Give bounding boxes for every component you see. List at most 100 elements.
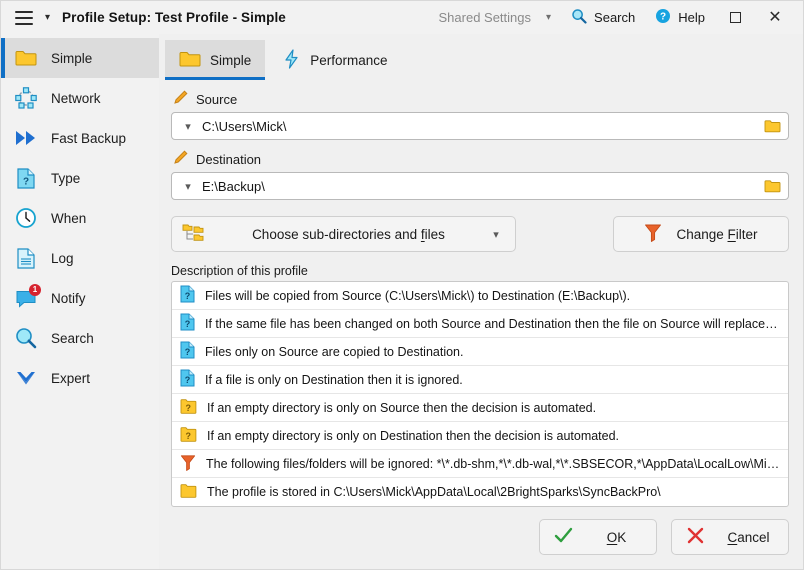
close-button[interactable]: ✕ (755, 3, 795, 33)
list-item[interactable]: ? If a file is only on Destination then … (172, 366, 788, 394)
list-item-text: If a file is only on Destination then it… (205, 372, 463, 387)
list-item[interactable]: ? If an empty directory is only on Sourc… (172, 394, 788, 422)
help-button[interactable]: ? Help (645, 3, 715, 32)
choose-subdirectories-label: Choose sub-directories and files (252, 226, 445, 242)
sidebar-item-label: Fast Backup (51, 130, 127, 146)
list-item-text: If an empty directory is only on Source … (207, 400, 597, 415)
sidebar-item-network[interactable]: Network (1, 78, 159, 118)
magnifier-icon (15, 327, 37, 349)
maximize-button[interactable] (715, 3, 755, 33)
change-filter-button[interactable]: Change Filter (613, 216, 789, 252)
folder-question-yellow-icon: ? (180, 398, 197, 417)
clock-icon (15, 207, 37, 229)
cancel-button[interactable]: Cancel (671, 519, 789, 555)
sidebar-item-label: Expert (51, 370, 91, 386)
list-item[interactable]: The following files/folders will be igno… (172, 450, 788, 478)
sidebar-item-log[interactable]: Log (1, 238, 159, 278)
speech-bubble-icon: 1 (15, 284, 41, 309)
magnifier-icon (571, 8, 587, 27)
folder-icon (764, 120, 780, 133)
check-icon (554, 527, 573, 547)
document-question-icon: ? (15, 167, 37, 189)
chevron-down-icon[interactable]: ▾ (180, 180, 196, 193)
sidebar-item-notify[interactable]: 1 Notify (1, 278, 159, 318)
chevron-down-bold-icon (15, 367, 37, 389)
source-label-row: Source (173, 90, 789, 108)
svg-text:?: ? (185, 375, 191, 385)
chevron-down-icon[interactable]: ▾ (180, 120, 196, 133)
fast-forward-icon (15, 127, 37, 149)
list-item[interactable]: The profile is stored in C:\Users\Mick\A… (172, 478, 788, 506)
svg-text:?: ? (185, 291, 191, 301)
document-question-blue-icon: ? (180, 341, 195, 362)
choose-subdirectories-button[interactable]: Choose sub-directories and files ▾ (171, 216, 516, 252)
shared-settings-label: Shared Settings (438, 10, 532, 25)
sidebar-item-label: Log (51, 250, 74, 266)
folder-tree-icon (182, 223, 204, 246)
document-question-blue-icon: ? (180, 313, 195, 334)
tab-simple[interactable]: Simple (165, 40, 266, 80)
tab-performance[interactable]: Performance (269, 40, 401, 80)
description-title: Description of this profile (171, 264, 308, 278)
description-list: ? Files will be copied from Source (C:\U… (171, 281, 789, 507)
window-body: Simple Network Fast Backup ? Type When L… (1, 34, 803, 569)
sidebar-item-search[interactable]: Search (1, 318, 159, 358)
chevron-down-icon[interactable]: ▾ (45, 12, 50, 23)
action-button-row: Choose sub-directories and files ▾ Chang… (171, 216, 789, 252)
svg-text:?: ? (23, 176, 29, 187)
cancel-label: Cancel (727, 529, 770, 545)
help-question-icon: ? (655, 8, 671, 27)
list-item-text: The following files/folders will be igno… (206, 456, 780, 471)
list-item-text: The profile is stored in C:\Users\Mick\A… (207, 485, 661, 499)
sidebar-item-fast-backup[interactable]: Fast Backup (1, 118, 159, 158)
sidebar-item-type[interactable]: ? Type (1, 158, 159, 198)
list-item-text: Files will be copied from Source (C:\Use… (205, 288, 631, 303)
source-combobox[interactable]: ▾ C:\Users\Mick\ (171, 112, 789, 140)
sidebar-item-label: Simple (51, 50, 93, 66)
list-item[interactable]: ? Files will be copied from Source (C:\U… (172, 282, 788, 310)
sidebar-item-label: When (51, 210, 87, 226)
tab-label: Performance (310, 52, 388, 68)
sidebar: Simple Network Fast Backup ? Type When L… (1, 34, 159, 569)
source-browse-button[interactable] (759, 114, 785, 138)
folder-icon (764, 180, 780, 193)
page-title: Profile Setup: Test Profile - Simple (62, 10, 286, 25)
destination-path-value[interactable]: E:\Backup\ (196, 179, 759, 194)
list-item-text: Files only on Source are copied to Desti… (205, 344, 464, 359)
list-item[interactable]: ? If the same file has been changed on b… (172, 310, 788, 338)
title-bar: ▾ Profile Setup: Test Profile - Simple S… (1, 1, 803, 34)
ok-button[interactable]: OK (539, 519, 657, 555)
close-icon: ✕ (768, 8, 782, 26)
source-path-value[interactable]: C:\Users\Mick\ (196, 119, 759, 134)
chevron-down-icon[interactable]: ▾ (487, 228, 505, 241)
list-item[interactable]: ? Files only on Source are copied to Des… (172, 338, 788, 366)
pencil-icon (173, 150, 188, 168)
sidebar-item-label: Notify (51, 290, 86, 306)
notify-badge: 1 (29, 284, 41, 296)
sidebar-item-when[interactable]: When (1, 198, 159, 238)
destination-combobox[interactable]: ▾ E:\Backup\ (171, 172, 789, 200)
list-item-text: If the same file has been changed on bot… (205, 316, 780, 331)
search-button[interactable]: Search (561, 3, 645, 32)
help-label: Help (678, 10, 705, 25)
destination-browse-button[interactable] (759, 174, 785, 198)
folder-icon (15, 47, 37, 69)
funnel-icon (180, 454, 196, 474)
folder-question-yellow-icon: ? (180, 426, 197, 445)
folder-icon (180, 483, 197, 501)
svg-text:?: ? (185, 347, 191, 357)
ok-label: OK (606, 529, 627, 545)
sidebar-item-expert[interactable]: Expert (1, 358, 159, 398)
change-filter-label: Change Filter (676, 226, 758, 242)
svg-text:?: ? (185, 319, 191, 329)
list-item[interactable]: ? If an empty directory is only on Desti… (172, 422, 788, 450)
sidebar-item-label: Search (51, 330, 94, 346)
shared-settings-dropdown[interactable]: Shared Settings ▾ (429, 5, 562, 30)
tab-bar: Simple Performance (165, 40, 789, 80)
hamburger-menu-icon[interactable] (15, 10, 33, 25)
lightning-icon (283, 48, 301, 72)
maximize-icon (729, 12, 741, 23)
list-item-text: If an empty directory is only on Destina… (207, 428, 620, 443)
sidebar-item-simple[interactable]: Simple (1, 38, 159, 78)
sidebar-item-label: Network (51, 90, 101, 106)
